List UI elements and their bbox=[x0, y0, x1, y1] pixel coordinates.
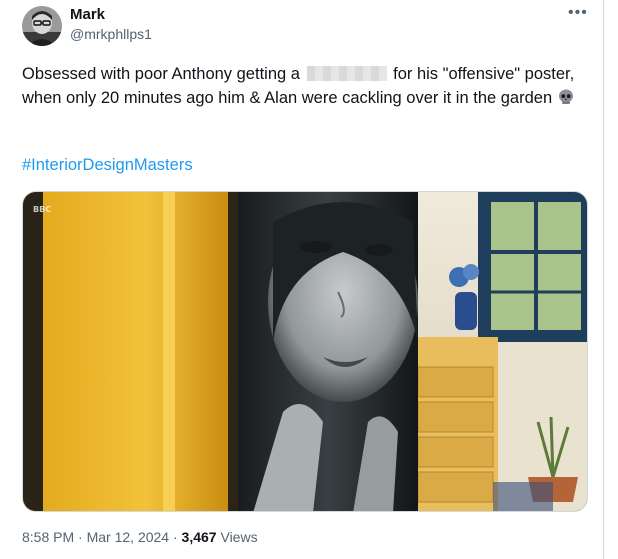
tweet-time[interactable]: 8:58 PM bbox=[22, 529, 74, 545]
avatar[interactable] bbox=[22, 6, 62, 46]
bbc-watermark: BBC bbox=[33, 205, 51, 214]
skull-icon bbox=[557, 88, 575, 106]
tweet-text: Obsessed with poor Anthony getting a for… bbox=[22, 62, 592, 110]
tweet-text-part1: Obsessed with poor Anthony getting a bbox=[22, 65, 300, 83]
hashtag-link[interactable]: #InteriorDesignMasters bbox=[22, 156, 193, 175]
views-label[interactable]: Views bbox=[220, 529, 257, 545]
views-count[interactable]: 3,467 bbox=[182, 529, 217, 545]
avatar-image bbox=[22, 6, 62, 46]
tweet-card: Mark @mrkphllps1 ••• Obsessed with poor … bbox=[0, 0, 604, 559]
meta-separator: · bbox=[172, 529, 178, 545]
tweet-date[interactable]: Mar 12, 2024 bbox=[87, 529, 170, 545]
user-handle[interactable]: @mrkphllps1 bbox=[70, 26, 152, 42]
tweet-media-image[interactable]: BBC bbox=[22, 191, 588, 512]
display-name[interactable]: Mark bbox=[70, 6, 105, 23]
more-options-icon[interactable]: ••• bbox=[568, 4, 588, 22]
redacted-word bbox=[306, 66, 387, 81]
tweet-meta: 8:58 PM · Mar 12, 2024 · 3,467 Views bbox=[22, 529, 258, 545]
meta-separator: · bbox=[78, 529, 83, 545]
